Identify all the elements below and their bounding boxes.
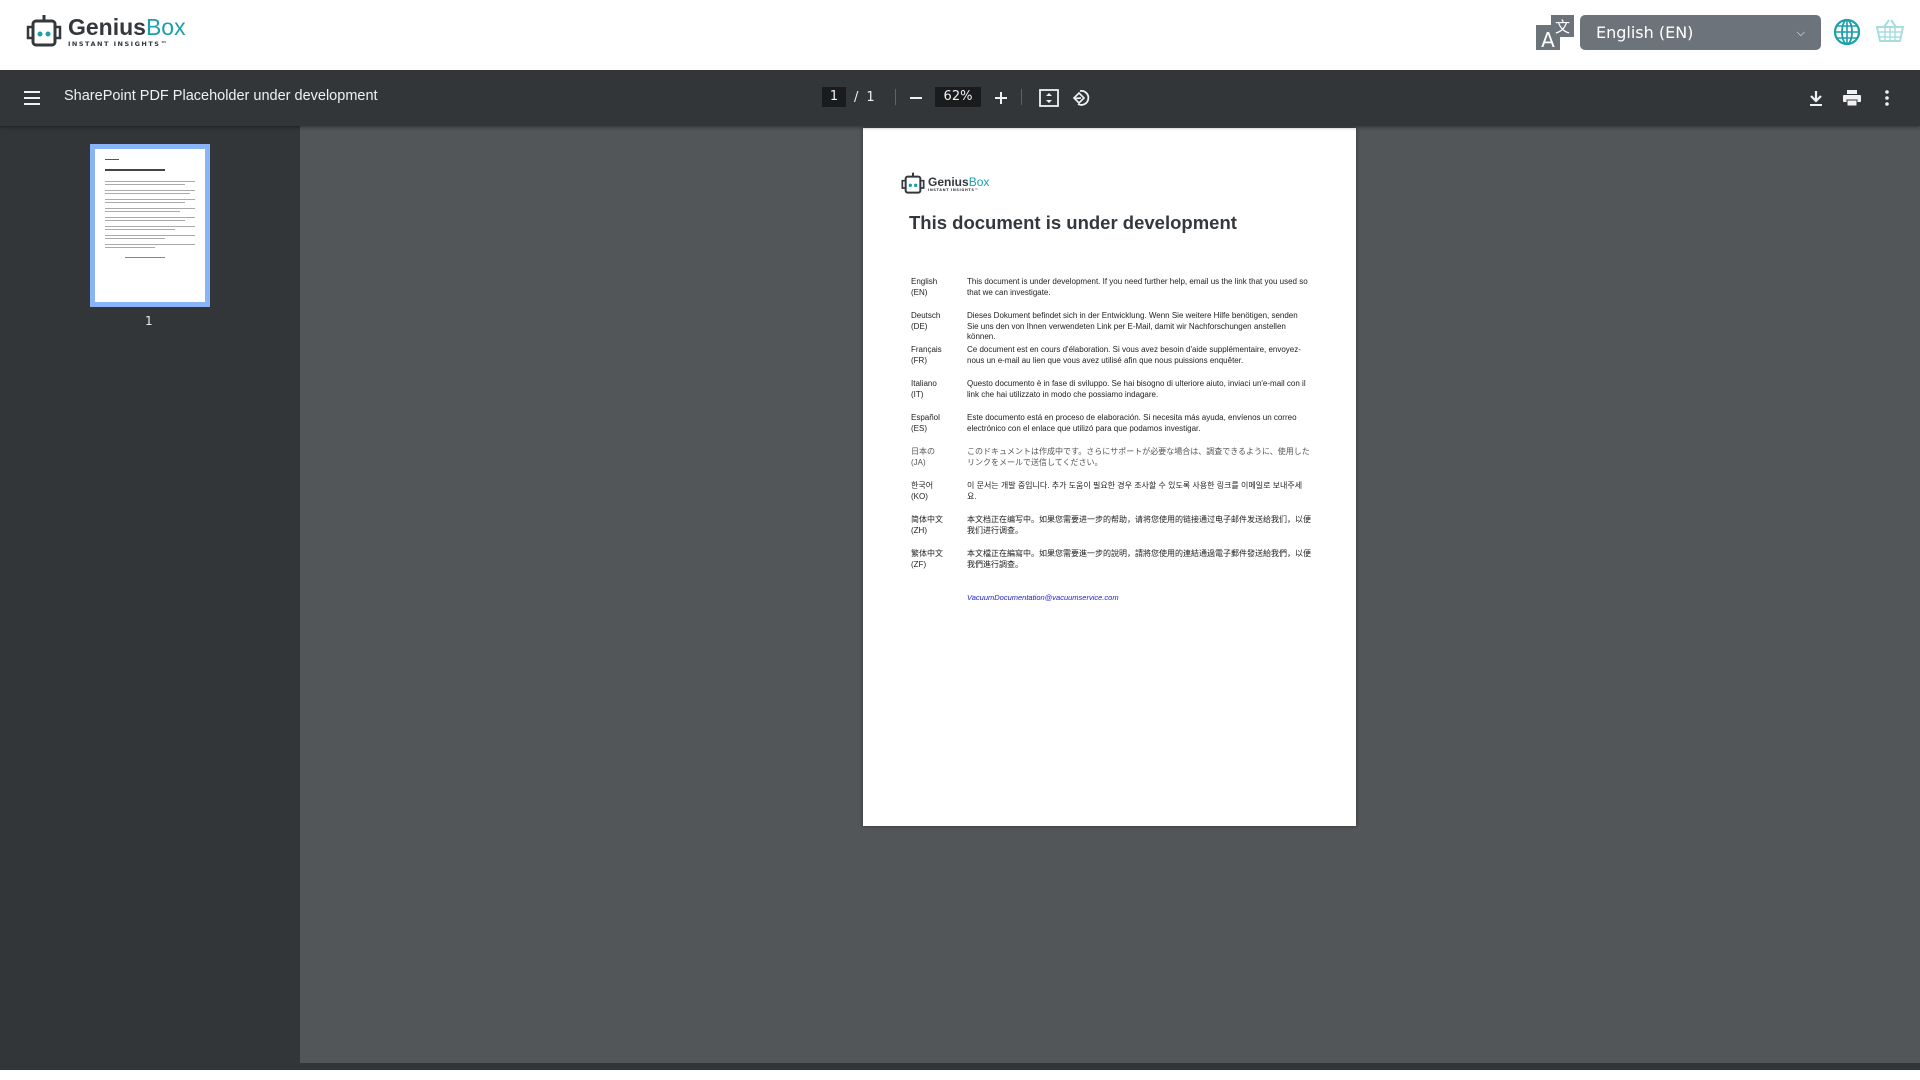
language-name: 繁体中文 [911, 549, 943, 558]
more-vertical-icon [1885, 90, 1889, 106]
language-code: (ES) [911, 423, 927, 433]
language-name: Deutsch [911, 311, 941, 320]
language-text: このドキュメントは作成中です。さらにサポートが必要な場合は、調査できるように、使… [967, 447, 1310, 467]
minus-icon [910, 97, 922, 99]
language-row: 日本の (JA) このドキュメントは作成中です。さらにサポートが必要な場合は、調査で… [911, 447, 1311, 481]
language-name: Español [911, 413, 940, 422]
language-name: Français [911, 345, 942, 354]
divider [895, 89, 896, 105]
basket-icon[interactable] [1876, 19, 1904, 43]
language-name: Italiano [911, 379, 937, 388]
language-text: 本文檔正在編寫中。如果您需要進一步的說明，請將您使用的連結通過電子郵件發送給我們… [967, 549, 1311, 569]
language-list: English (EN) This document is under develo… [911, 277, 1311, 583]
menu-icon[interactable] [22, 88, 42, 108]
language-row: 简体中文 (ZH) 本文档正在编写中。如果您需要进一步的帮助，请将您使用的链接通过电… [911, 515, 1311, 549]
language-text: Questo documento è in fase di sviluppo. … [967, 379, 1306, 399]
language-row: English (EN) This document is under develo… [911, 277, 1311, 311]
rotate-button[interactable] [1070, 86, 1094, 110]
language-code: (IT) [911, 389, 924, 399]
language-text: 이 문서는 개발 중입니다. 추가 도움이 필요한 경우 조사할 수 있도록 사… [967, 481, 1303, 501]
language-row: Deutsch (DE) Dieses Dokument befindet sich… [911, 311, 1311, 345]
logo-tagline: INSTANT INSIGHTS™ [68, 40, 169, 49]
chevron-down-icon: ⌵ [1796, 25, 1805, 39]
page-selector: 1 / 1 [822, 87, 875, 107]
viewer-bottom-bar [0, 1063, 1920, 1070]
robot-logo-icon [901, 172, 925, 194]
globe-icon[interactable] [1833, 18, 1861, 46]
zoom-out-button[interactable] [904, 86, 928, 110]
language-row: Italiano (IT) Questo documento è in fase d… [911, 379, 1311, 413]
svg-text:文: 文 [1555, 18, 1570, 36]
language-name: 简体中文 [911, 515, 943, 524]
logo-accent: Box [968, 175, 990, 189]
language-row: Español (ES) Este documento está en proces… [911, 413, 1311, 447]
language-name: English [911, 277, 938, 286]
translate-icon: A文 [1536, 15, 1574, 51]
language-text: This document is under development. If y… [967, 277, 1308, 297]
download-icon [1810, 91, 1822, 106]
pdf-page: GeniusBox INSTANT INSIGHTS™ This document… [863, 128, 1356, 826]
language-row: 한국어 (KO) 이 문서는 개발 중입니다. 추가 도움이 필요한 경우 조사할 … [911, 481, 1311, 515]
language-select-value: English (EN) [1596, 23, 1694, 42]
page-separator: / [854, 89, 859, 105]
fit-page-icon [1039, 89, 1059, 107]
language-code: (JA) [911, 457, 926, 467]
pdf-toolbar: SharePoint PDF Placeholder under develop… [0, 70, 1920, 126]
page-total: 1 [866, 89, 875, 105]
robot-logo-icon [26, 15, 62, 47]
logo-main: Genius [928, 175, 969, 189]
site-header: GeniusBox INSTANT INSIGHTS™ A文 English (E… [0, 0, 1920, 70]
more-options-button[interactable] [1875, 86, 1899, 110]
language-text: Dieses Dokument befindet sich in der Ent… [967, 311, 1298, 341]
fit-page-button[interactable] [1037, 86, 1061, 110]
language-row: Français (FR) Ce document est en cours d'é… [911, 345, 1311, 379]
language-code: (ZF) [911, 559, 927, 569]
zoom-in-button[interactable] [989, 86, 1013, 110]
language-code: (KO) [911, 491, 928, 501]
language-code: (EN) [911, 287, 928, 297]
language-name: 한국어 [911, 481, 934, 490]
logo-main: Genius [68, 14, 146, 41]
language-text: Este documento está en proceso de elabor… [967, 413, 1297, 433]
language-name: 日本の [911, 447, 935, 456]
language-select[interactable]: English (EN) ⌵ [1580, 15, 1821, 50]
download-button[interactable] [1804, 86, 1828, 110]
divider [1021, 89, 1022, 105]
language-row: 繁体中文 (ZF) 本文檔正在編寫中。如果您需要進一步的說明，請將您使用的連結通過電… [911, 549, 1311, 583]
rotate-icon [1072, 89, 1090, 106]
language-code: (DE) [911, 321, 928, 331]
language-text: Ce document est en cours d'élaboration. … [967, 345, 1301, 365]
document-title: SharePoint PDF Placeholder under develop… [64, 88, 378, 104]
logo-accent: Box [145, 14, 186, 41]
language-code: (FR) [911, 355, 927, 365]
geniusbox-logo[interactable]: GeniusBox INSTANT INSIGHTS™ [26, 14, 186, 50]
contact-email-link[interactable]: VacuumDocumentation@vacuumservice.com [967, 593, 1119, 602]
plus-icon [995, 92, 1007, 104]
language-code: (ZH) [911, 525, 927, 535]
page-thumbnail[interactable] [90, 144, 210, 307]
zoom-input[interactable]: 62% [935, 87, 981, 107]
page-number-input[interactable]: 1 [822, 87, 846, 107]
thumbnail-page-number: 1 [145, 314, 153, 328]
print-icon [1843, 90, 1861, 106]
document-heading: This document is under development [909, 212, 1237, 233]
document-logo: GeniusBox INSTANT INSIGHTS™ [901, 172, 989, 196]
language-text: 本文档正在编写中。如果您需要进一步的帮助，请将您使用的链接通过电子邮件发送给我们… [967, 515, 1311, 535]
print-button[interactable] [1840, 86, 1864, 110]
